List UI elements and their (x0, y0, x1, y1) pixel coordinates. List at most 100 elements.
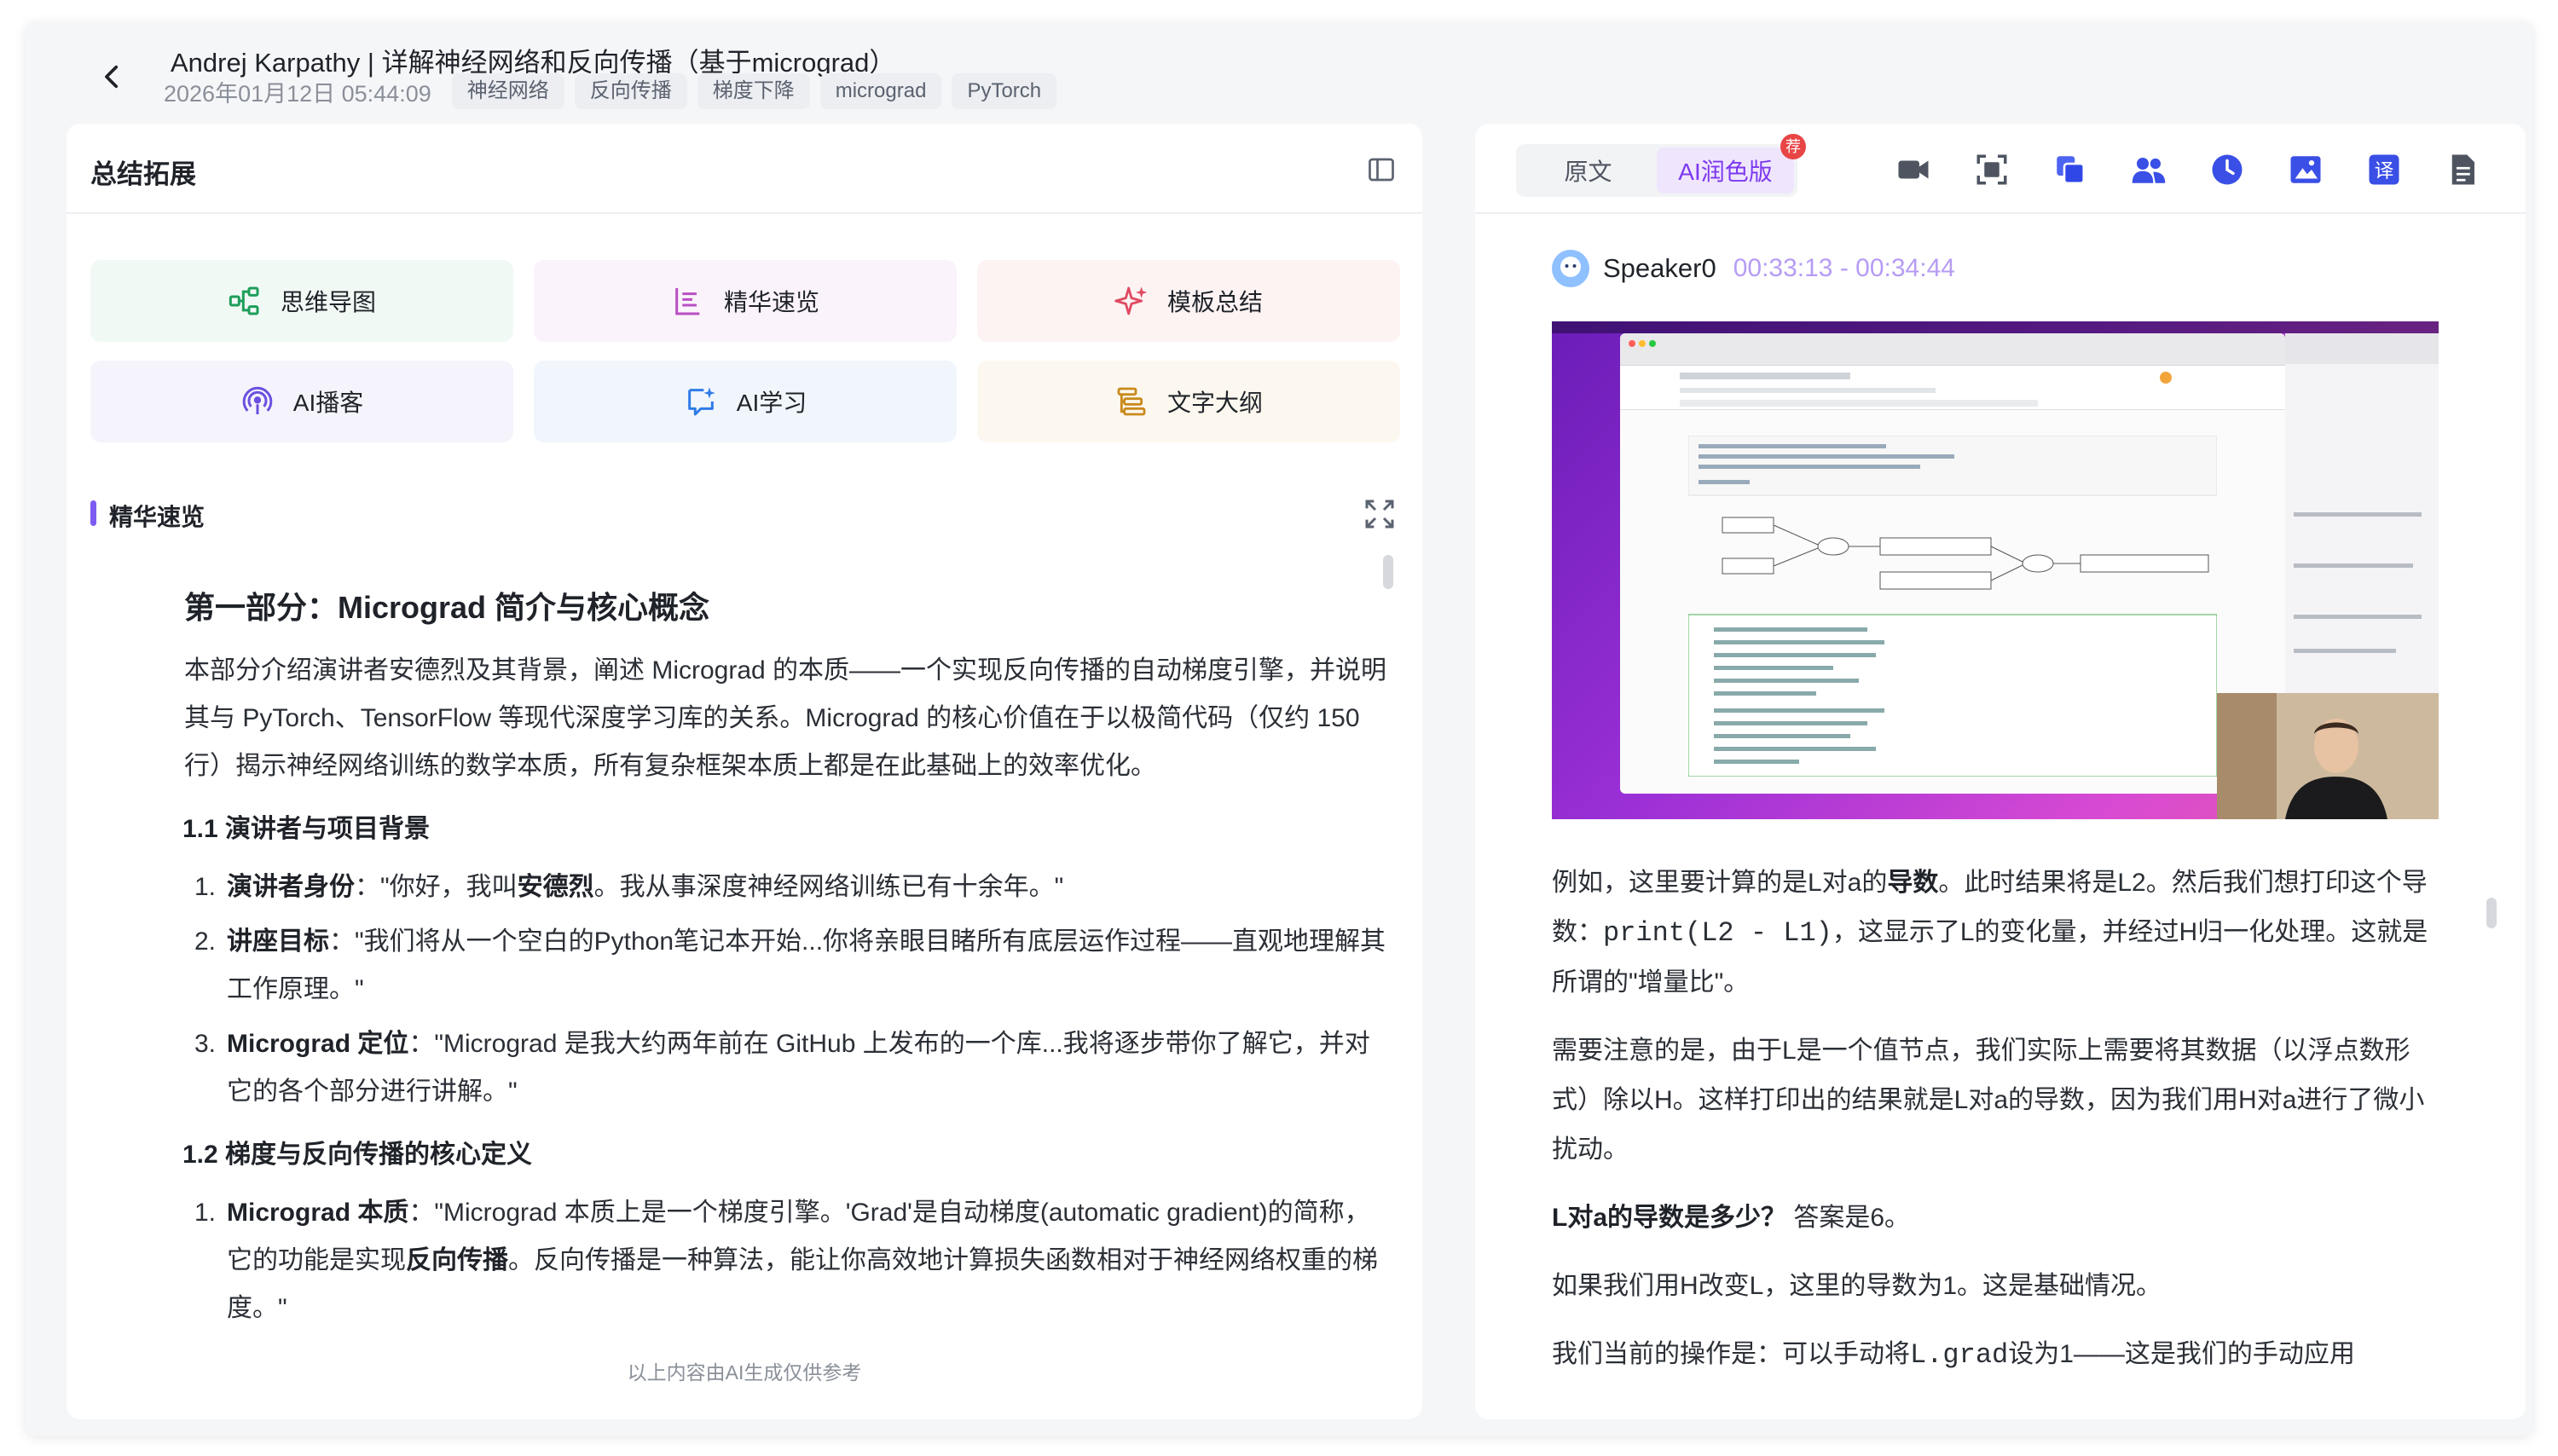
article-intro: 本部分介绍演讲者安德烈及其背景，阐述 Micrograd 的本质——一个实现反向… (184, 656, 1387, 780)
summary-panel-header: 总结拓展 (67, 124, 1422, 214)
speaker-name[interactable]: Speaker0 (1603, 253, 1716, 284)
window-controls-icon (1629, 340, 1656, 347)
tag[interactable]: micrograd (819, 73, 942, 109)
highlights-button[interactable]: 精华速览 (534, 260, 957, 342)
text-outline-button[interactable]: 文字大纲 (977, 361, 1400, 442)
list-body: 讲座目标："我们将从一个空白的Python笔记本开始...你将亲眼目睹所有底层运… (227, 918, 1395, 1014)
list-text: ："我们将从一个空白的Python笔记本开始...你将亲眼目睹所有底层运作过程—… (227, 927, 1386, 1003)
tool-label: 思维导图 (280, 289, 376, 315)
list-number: 1. (194, 1199, 217, 1227)
video-button[interactable] (1891, 147, 1936, 192)
speaker-row: Speaker0 00:33:13 - 00:34:44 (1552, 250, 1955, 287)
browser-toolbar (1620, 333, 2285, 366)
transcript-paragraph: 需要注意的是，由于L是一个值节点，我们实际上需要将其数据（以浮点数形式）除以H。… (1552, 1037, 2425, 1164)
video-icon (1898, 160, 1929, 179)
document-icon (2451, 154, 2474, 185)
mac-menubar (1552, 321, 2439, 333)
ai-learn-icon (687, 387, 715, 416)
svg-text:译: 译 (2375, 160, 2394, 182)
highlights-article: 第一部分：Micrograd 简介与核心概念 本部分介绍演讲者安德烈及其背景，阐… (184, 550, 1395, 1336)
summary-panel: 总结拓展 思维导图 精华速览 模板总结 AI播客 AI学习 文字大纲 精华速览 … (67, 124, 1422, 1419)
back-button[interactable] (87, 51, 138, 102)
list-item: 3. Micrograd 定位："Micrograd 是我大约两年前在 GitH… (184, 1020, 1395, 1116)
copy-icon (2057, 156, 2086, 185)
transcript-panel: 原文 AI润色版 荐 译 Speaker0 00:33:13 - 00:34:4… (1475, 124, 2526, 1419)
transcript-paragraph: L对a的导数是多少？ 答案是6。 (1552, 1193, 2439, 1243)
podcast-icon (242, 386, 273, 414)
speakers-icon (2132, 158, 2166, 183)
list-number: 3. (194, 1030, 217, 1058)
tab-original[interactable]: 原文 (1519, 147, 1657, 194)
list-icon (675, 288, 700, 315)
tag[interactable]: 反向传播 (574, 73, 687, 109)
template-summary-button[interactable]: 模板总结 (977, 260, 1400, 342)
ai-learning-button[interactable]: AI学习 (534, 361, 957, 442)
transcript-text-span: 我们当前的操作是：可以手动将 (1552, 1340, 1910, 1368)
notebook-header (1620, 366, 2285, 410)
tool-label: AI学习 (736, 390, 807, 416)
expand-icon[interactable] (1363, 497, 1397, 531)
list-bold: Micrograd 定位 (227, 1030, 409, 1058)
transcript-text-span: 答案是6。 (1786, 1204, 1911, 1232)
tab-ai-polished[interactable]: AI润色版 (1657, 147, 1794, 194)
transcript-panel-header: 原文 AI润色版 荐 译 (1475, 124, 2526, 214)
list-item: 1. Micrograd 本质："Micrograd 本质上是一个梯度引擎。'G… (184, 1189, 1395, 1332)
transcript-text-span: 设为1——这是我们的手动应用 (2008, 1340, 2355, 1368)
list-number: 2. (194, 927, 217, 956)
document-button[interactable] (2440, 147, 2485, 192)
inline-code: print(L2 - L1) (1603, 917, 1832, 949)
tool-label: 文字大纲 (1166, 390, 1263, 416)
presenter-webcam (2217, 693, 2439, 819)
translate-button[interactable]: 译 (2362, 147, 2406, 192)
transcript-paragraph: 如果我们用H改变L，这里的导数为1。这是基础情况。 (1552, 1272, 2162, 1300)
speaker-timestamp[interactable]: 00:33:13 - 00:34:44 (1733, 254, 1955, 283)
screenshot-button[interactable] (1970, 147, 2014, 192)
notebook-toolbar-icon (1680, 372, 2172, 407)
summary-tools: 思维导图 精华速览 模板总结 AI播客 AI学习 文字大纲 (90, 260, 1400, 442)
speaker-avatar-icon (1552, 250, 1589, 287)
sparkle-icon (1114, 286, 1148, 315)
section-label: 精华速览 (109, 504, 205, 530)
transcript-text: 例如，这里要计算的是L对a的导数。此时结果将是L2。然后我们想打印这个导数：pr… (1552, 858, 2439, 1375)
screenshot-icon (1976, 154, 2007, 185)
tag[interactable]: 梯度下降 (697, 73, 810, 109)
video-frame[interactable] (1552, 321, 2439, 819)
side-browser-window (2285, 333, 2439, 708)
tag[interactable]: PyTorch (952, 73, 1057, 109)
side-window-content-icon (2285, 333, 2439, 653)
sidebar-toggle-icon[interactable] (1366, 154, 1397, 185)
timeline-button[interactable] (2205, 147, 2249, 192)
article-subheading: 1.1 演讲者与项目背景 (184, 815, 431, 843)
section-marker (90, 500, 96, 526)
presenter-icon (2217, 693, 2439, 819)
list-body: 演讲者身份："你好，我叫安德烈。我从事深度神经网络训练已有十余年。" (227, 864, 1063, 911)
meta-row: 2026年01月12日 05:44:09 神经网络 反向传播 梯度下降 micr… (164, 72, 1067, 111)
tool-label: 精华速览 (723, 289, 819, 315)
speakers-button[interactable] (2127, 147, 2171, 192)
transcript-scrollbar[interactable] (2486, 898, 2497, 928)
app-window: Andrej Karpathy | 详解神经网络和反向传播（基于microgra… (26, 22, 2532, 1436)
mindmap-button[interactable]: 思维导图 (90, 260, 513, 342)
inline-code: L.grad (1910, 1339, 2009, 1371)
notebook-content-icon (1687, 435, 2218, 777)
browser-window (1620, 333, 2285, 794)
transcript-bold: 导数 (1887, 869, 1939, 897)
recommend-badge: 荐 (1780, 134, 1806, 159)
list-bold: 讲座目标 (227, 927, 329, 956)
list-body: Micrograd 定位："Micrograd 是我大约两年前在 GitHub … (227, 1020, 1395, 1116)
article-list: 1. Micrograd 本质："Micrograd 本质上是一个梯度引擎。'G… (184, 1189, 1395, 1332)
record-date: 2026年01月12日 05:44:09 (164, 80, 431, 107)
copy-button[interactable] (2048, 147, 2092, 192)
clock-icon (2212, 154, 2243, 185)
list-item: 2. 讲座目标："我们将从一个空白的Python笔记本开始...你将亲眼目睹所有… (184, 918, 1395, 1014)
outline-icon (1117, 387, 1146, 416)
article-heading: 第一部分：Micrograd 简介与核心概念 (184, 590, 710, 625)
list-item: 1. 演讲者身份："你好，我叫安德烈。我从事深度神经网络训练已有十余年。" (184, 864, 1395, 911)
transcript-text-span: 例如，这里要计算的是L对a的 (1552, 869, 1888, 897)
translate-icon: 译 (2369, 154, 2399, 185)
ai-podcast-button[interactable]: AI播客 (90, 361, 513, 442)
tag[interactable]: 神经网络 (451, 73, 564, 109)
list-bold: 演讲者身份 (227, 873, 355, 901)
image-button[interactable] (2283, 147, 2328, 192)
version-toggle: 原文 AI润色版 (1516, 144, 1797, 197)
